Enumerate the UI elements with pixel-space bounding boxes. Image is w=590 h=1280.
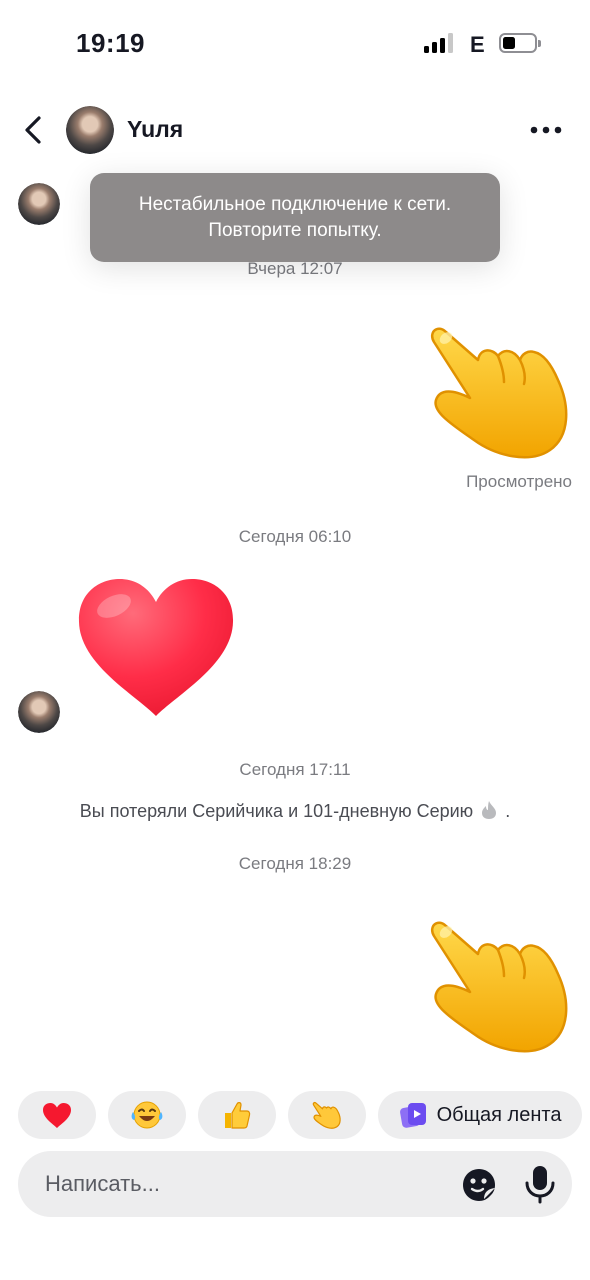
streak-lost-notice: Вы потеряли Серийчика и 101-дневную Сери… xyxy=(0,800,590,822)
shared-feed-button[interactable]: Общая лента xyxy=(378,1091,582,1139)
seen-status: Просмотрено xyxy=(466,472,572,491)
signal-icon xyxy=(424,33,454,53)
tears-of-joy-emoji xyxy=(131,1101,163,1129)
more-button[interactable] xyxy=(528,116,564,144)
message-timestamp: Вчера 12:07 xyxy=(247,259,343,278)
message-input[interactable] xyxy=(45,1168,445,1200)
pointing-hand-emoji xyxy=(430,327,568,459)
status-bar: 19:19 E xyxy=(0,0,590,88)
heart-emoji xyxy=(43,1102,71,1128)
voice-message-button[interactable] xyxy=(523,1164,557,1204)
message-timestamp: Сегодня 17:11 xyxy=(239,760,351,779)
flame-icon xyxy=(482,801,497,819)
chevron-left-icon xyxy=(25,116,41,144)
message-timestamp: Сегодня 06:10 xyxy=(238,527,352,546)
pointing-hand-sticker[interactable] xyxy=(428,316,573,471)
back-button[interactable] xyxy=(16,112,52,148)
message-composer xyxy=(18,1151,572,1217)
pointing-hand-emoji xyxy=(312,1101,341,1129)
network-error-toast: Нестабильное подключение к сети. Повтори… xyxy=(90,173,500,262)
microphone-icon xyxy=(525,1166,555,1204)
quick-reaction-thumbs-up[interactable] xyxy=(198,1091,276,1139)
message-timestamp: Сегодня 18:29 xyxy=(238,854,352,873)
sticker-button[interactable] xyxy=(462,1168,496,1202)
sender-avatar[interactable] xyxy=(18,691,60,733)
toast-line-2: Повторите попытку. xyxy=(208,220,382,241)
system-message-text: Вы потеряли Серийчика и 101-дневную Сери… xyxy=(79,801,474,821)
toast-line-1: Нестабильное подключение к сети. xyxy=(138,194,452,215)
quick-reaction-laugh[interactable] xyxy=(108,1091,186,1139)
quick-reaction-heart[interactable] xyxy=(18,1091,96,1139)
network-type: E xyxy=(470,32,485,57)
pointing-hand-emoji xyxy=(430,921,568,1053)
contact-avatar[interactable] xyxy=(66,106,114,154)
sticker-icon xyxy=(463,1169,495,1201)
pointing-hand-sticker[interactable] xyxy=(428,910,573,1065)
quick-reaction-pointing-hand[interactable] xyxy=(288,1091,366,1139)
contact-name[interactable]: Yuля xyxy=(127,116,183,143)
shared-feed-label: Общая лента xyxy=(436,1103,562,1126)
heart-sticker[interactable] xyxy=(74,576,239,726)
more-horizontal-icon xyxy=(530,126,562,134)
shared-feed-icon xyxy=(399,1103,426,1128)
sender-avatar[interactable] xyxy=(18,183,60,225)
chat-header: Yuля xyxy=(0,100,590,162)
red-heart-emoji xyxy=(78,579,234,716)
system-message-suffix: . xyxy=(505,801,511,821)
thumbs-up-emoji xyxy=(225,1102,251,1129)
battery-icon xyxy=(499,33,541,53)
status-time: 19:19 xyxy=(76,28,145,58)
